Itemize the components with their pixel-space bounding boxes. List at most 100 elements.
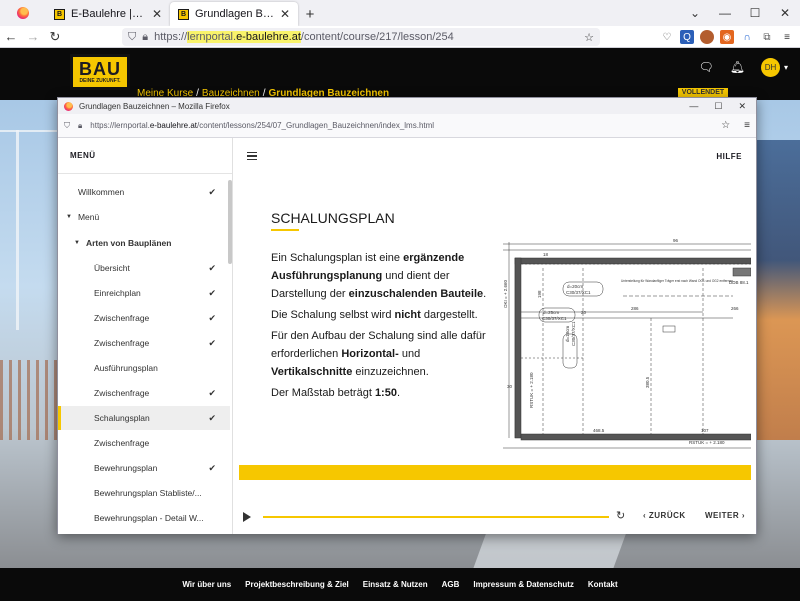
lock-icon[interactable]: 🔒︎	[78, 121, 82, 131]
close-window-icon[interactable]: ✕	[738, 101, 746, 112]
close-window-icon[interactable]: ✕	[770, 6, 800, 20]
bell-icon[interactable]: 🔔︎	[730, 60, 745, 74]
lesson-menu-sidebar: MENÜ Willkommen ✔ ▼ Menü ▼ Arten von Baupläne…	[58, 138, 233, 534]
list-all-tabs-icon[interactable]: ⌄	[680, 6, 710, 20]
menu-item-label: Übersicht	[94, 263, 130, 273]
progress-track[interactable]	[263, 516, 609, 518]
plan-note: Unterstellung für Wandanfliger Träger er…	[621, 279, 734, 283]
extension-orange-icon[interactable]: ◉	[720, 30, 734, 44]
menu-item[interactable]: Bewehrungsplan Stabliste/...	[58, 481, 230, 505]
extension-magnet-icon[interactable]: ∩	[740, 30, 754, 44]
title-underline	[271, 229, 299, 231]
menu-item-label: Menü	[77, 212, 100, 222]
footer-link-wir-ueber-uns[interactable]: Wir über uns	[182, 580, 231, 589]
app-menu-icon[interactable]: ≡	[780, 30, 794, 44]
emphasis-text: nicht	[394, 309, 421, 321]
tab-close-icon[interactable]: ✕	[152, 7, 162, 21]
emphasis-text: 1:50	[374, 387, 397, 399]
bookmark-star-icon[interactable]: ☆	[584, 31, 594, 44]
pocket-icon[interactable]: ♡	[660, 30, 674, 44]
next-button[interactable]: WEITER ›	[705, 511, 745, 520]
body-text: dargestellt.	[420, 309, 478, 321]
plan-dim: 380.5	[645, 376, 650, 388]
menu-item[interactable]: Bewehrungsplan ✔	[58, 456, 230, 480]
browser-tab-ebaulehre[interactable]: B E-Baulehre | Digitales Lernen an ✕	[46, 2, 170, 26]
shield-icon[interactable]: ⛉	[64, 121, 70, 131]
caret-down-icon[interactable]: ▼	[74, 240, 80, 246]
plan-dim: 96	[673, 238, 679, 243]
chat-icon[interactable]: 🗨︎	[699, 60, 714, 74]
menu-scrollbar[interactable]	[228, 180, 232, 264]
body-text: .	[483, 288, 487, 300]
bau-favicon-icon: B	[178, 8, 189, 20]
shield-icon[interactable]: ⛉	[128, 31, 136, 44]
minimize-icon[interactable]: —	[689, 101, 698, 112]
menu-item[interactable]: Übersicht ✔	[58, 256, 230, 280]
hamburger-menu-icon[interactable]	[247, 152, 257, 160]
tab-close-icon[interactable]: ✕	[280, 7, 290, 21]
back-button[interactable]: ‹ ZURÜCK	[643, 511, 686, 520]
url-bar[interactable]: ⛉ 🔒︎ https://lernportal.e-baulehre.at/co…	[122, 28, 600, 46]
menu-item[interactable]: Einreichplan ✔	[58, 281, 230, 305]
extension-cookie-icon[interactable]	[700, 30, 714, 44]
footer-link-kontakt[interactable]: Kontakt	[588, 580, 618, 589]
help-button[interactable]: HILFE	[716, 152, 742, 161]
popup-url-bar[interactable]: ⛉ 🔒︎ https://lernportal.e-baulehre.at/co…	[58, 114, 756, 138]
maximize-icon[interactable]: ☐	[714, 101, 722, 112]
new-tab-button[interactable]: +	[298, 2, 322, 26]
minimize-icon[interactable]: —	[710, 6, 740, 20]
extensions-puzzle-icon[interactable]: ⧉	[760, 30, 774, 44]
reload-icon[interactable]: ↻	[44, 29, 66, 45]
plan-label: OKI = + 2.660	[503, 279, 508, 308]
menu-item[interactable]: Willkommen ✔	[58, 180, 230, 204]
menu-item[interactable]: Bewehrungsplan - Detail W...	[58, 506, 230, 530]
bau-favicon-icon: B	[54, 8, 65, 20]
play-icon[interactable]	[243, 512, 251, 522]
firefox-icon	[17, 7, 29, 19]
window-controls: ⌄ — ☐ ✕	[680, 0, 800, 26]
schalungsplan-drawing: d=20cm C30/37/XC1 d=25cm C30/37/XC1 d=18…	[503, 238, 751, 452]
menu-item-label: Zwischenfrage	[94, 338, 150, 348]
browser-tab-grundlagen[interactable]: B Grundlagen Bauzeichnen | Bau ✕	[170, 2, 298, 26]
menu-item[interactable]: Schalungsplan ✔	[58, 406, 230, 430]
app-menu-icon[interactable]: ≡	[744, 120, 750, 131]
footer-link-einsatz-nutzen[interactable]: Einsatz & Nutzen	[363, 580, 428, 589]
lock-icon[interactable]: 🔒︎	[142, 31, 148, 44]
menu-item-label: Zwischenfrage	[94, 388, 150, 398]
avatar[interactable]: DH	[760, 57, 780, 77]
browser-tab-bar: B E-Baulehre | Digitales Lernen an ✕ B G…	[0, 0, 800, 26]
menu-item[interactable]: ▼ Arten von Bauplänen	[58, 231, 230, 255]
menu-item[interactable]: Zwischenfrage	[58, 431, 230, 455]
footer-link-impressum[interactable]: Impressum & Datenschutz	[473, 580, 573, 589]
site-footer: Wir über uns Projektbeschreibung & Ziel …	[0, 568, 800, 601]
tab-title: Grundlagen Bauzeichnen | Bau	[195, 8, 274, 20]
popup-title-bar: Grundlagen Bauzeichnen – Mozilla Firefox…	[58, 98, 756, 114]
plan-label: DDB 88.1	[729, 280, 749, 285]
plan-dim: 18	[543, 252, 549, 257]
footer-link-agb[interactable]: AGB	[442, 580, 460, 589]
caret-down-icon[interactable]: ▼	[66, 214, 72, 220]
menu-item[interactable]: Zwischenfrage ✔	[58, 381, 230, 405]
player-controls: ↻ ‹ ZURÜCK WEITER ›	[233, 506, 756, 528]
footer-link-projektbeschreibung[interactable]: Projektbeschreibung & Ziel	[245, 580, 349, 589]
popup-window: Grundlagen Bauzeichnen – Mozilla Firefox…	[57, 97, 757, 534]
menu-item[interactable]: Ausführungsplan	[58, 356, 230, 380]
emphasis-text: einzuschalenden Bauteile	[348, 288, 484, 300]
emphasis-text: Horizontal-	[341, 348, 399, 360]
replay-icon[interactable]: ↻	[616, 509, 625, 522]
menu-item[interactable]: Zwischenfrage ✔	[58, 331, 230, 355]
forward-arrow-icon[interactable]: →	[22, 29, 44, 44]
chevron-down-icon[interactable]: ▾	[784, 63, 788, 72]
bau-logo[interactable]: BAU DEINE ZUKUNFT.	[70, 54, 130, 90]
bookmark-star-icon[interactable]: ☆	[721, 120, 730, 131]
lesson-paragraph: Für den Aufbau der Schalung sind alle da…	[271, 327, 487, 381]
firefox-view-button[interactable]	[0, 0, 46, 26]
back-arrow-icon[interactable]: ←	[0, 29, 22, 44]
extension-blue-icon[interactable]: Q	[680, 30, 694, 44]
menu-item[interactable]: ▼ Menü	[58, 205, 230, 229]
maximize-icon[interactable]: ☐	[740, 6, 770, 20]
checkmark-icon: ✔	[208, 287, 216, 298]
menu-item[interactable]: Zwischenfrage ✔	[58, 306, 230, 330]
lms-player: MENÜ Willkommen ✔ ▼ Menü ▼ Arten von Baupläne…	[58, 138, 756, 534]
plan-label: C30/37/XC1	[571, 321, 576, 346]
